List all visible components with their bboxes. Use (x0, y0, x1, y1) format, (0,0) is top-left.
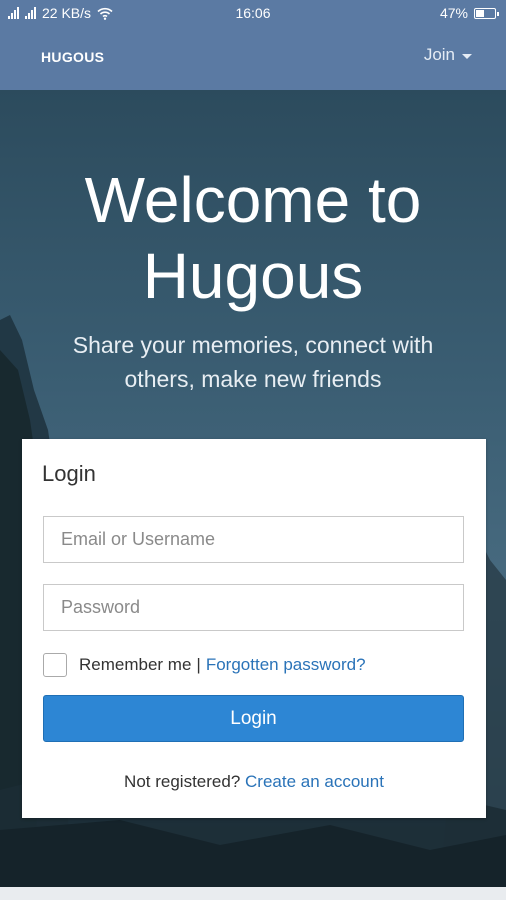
login-card: Login Remember me | Forgotten password? … (22, 439, 486, 818)
status-time: 16:06 (235, 5, 271, 21)
bottom-strip (0, 887, 506, 900)
brand-logo[interactable]: HUGOUS (41, 49, 104, 65)
battery-percent: 47% (439, 5, 468, 21)
top-bar: 22 KB/s 16:06 47% HUGOUS Join (0, 0, 506, 90)
remember-row: Remember me | Forgotten password? (43, 653, 366, 677)
password-input[interactable] (43, 584, 464, 631)
login-card-title: Login (42, 461, 96, 486)
email-username-input[interactable] (43, 516, 464, 563)
not-registered-text: Not registered? (124, 772, 241, 791)
navbar: HUGOUS Join (0, 36, 506, 76)
join-label: Join (423, 45, 455, 64)
hero-tagline: Share your memories, connect with others… (72, 332, 434, 392)
status-bar: 22 KB/s 16:06 47% (0, 0, 506, 26)
hero-headline: Welcome to Hugous (0, 162, 506, 314)
caret-down-icon (462, 53, 472, 59)
battery-fill (476, 9, 484, 17)
login-button[interactable]: Login (43, 695, 464, 742)
register-row: Not registered? Create an account (22, 772, 486, 792)
remember-me-checkbox[interactable] (43, 653, 67, 677)
battery-icon (474, 7, 499, 19)
hero-section: Welcome to Hugous Share your memories, c… (0, 90, 506, 887)
join-dropdown[interactable]: Join (424, 45, 472, 65)
headline-line-2: Hugous (142, 240, 364, 312)
status-right: 47% (439, 5, 499, 21)
create-account-link[interactable]: Create an account (245, 772, 384, 791)
headline-line-1: Welcome to (84, 164, 422, 236)
separator: | (196, 655, 201, 674)
forgot-password-link[interactable]: Forgotten password? (206, 655, 366, 675)
remember-me-label[interactable]: Remember me (79, 655, 191, 675)
